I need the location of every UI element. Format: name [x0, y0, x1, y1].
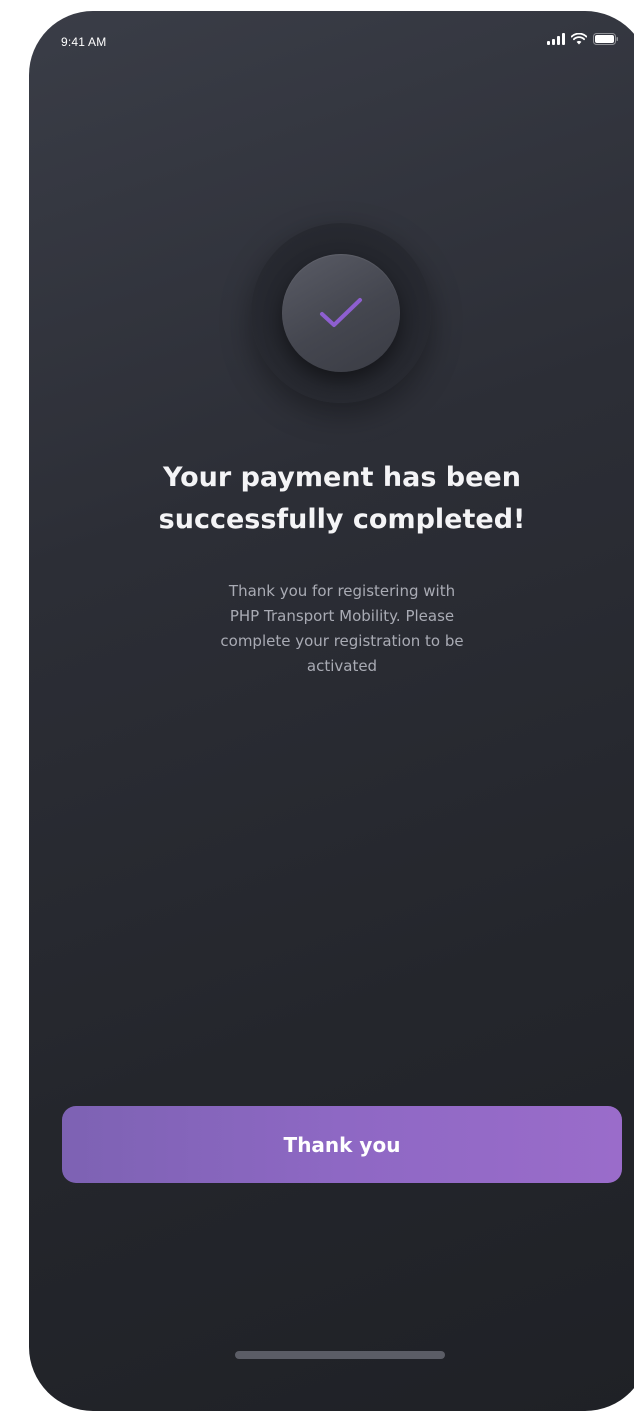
- title-line: Your payment has been: [163, 462, 521, 493]
- status-icons: [547, 33, 619, 45]
- phone-screen: 9:41 AM Your payment has been successful…: [29, 11, 634, 1411]
- wifi-icon: [571, 33, 587, 45]
- status-bar: 9:41 AM: [29, 11, 634, 71]
- battery-icon: [593, 33, 619, 45]
- message-line: complete your registration to be: [220, 632, 464, 650]
- message-line: activated: [306, 657, 378, 675]
- cellular-signal-icon: [547, 33, 565, 45]
- status-time: 9:41 AM: [61, 35, 107, 49]
- home-indicator[interactable]: [235, 1351, 445, 1359]
- success-message: Thank you for registering with PHP Trans…: [147, 579, 537, 679]
- message-line: Thank you for registering with: [228, 582, 456, 600]
- message-line: PHP Transport Mobility. Please: [229, 607, 455, 625]
- page-title: Your payment has been successfully compl…: [49, 457, 634, 541]
- checkmark-icon: [320, 298, 362, 327]
- thank-you-button[interactable]: Thank you: [62, 1106, 622, 1183]
- success-badge: [251, 223, 431, 403]
- title-line: successfully completed!: [158, 504, 526, 535]
- success-badge-inner: [282, 254, 400, 372]
